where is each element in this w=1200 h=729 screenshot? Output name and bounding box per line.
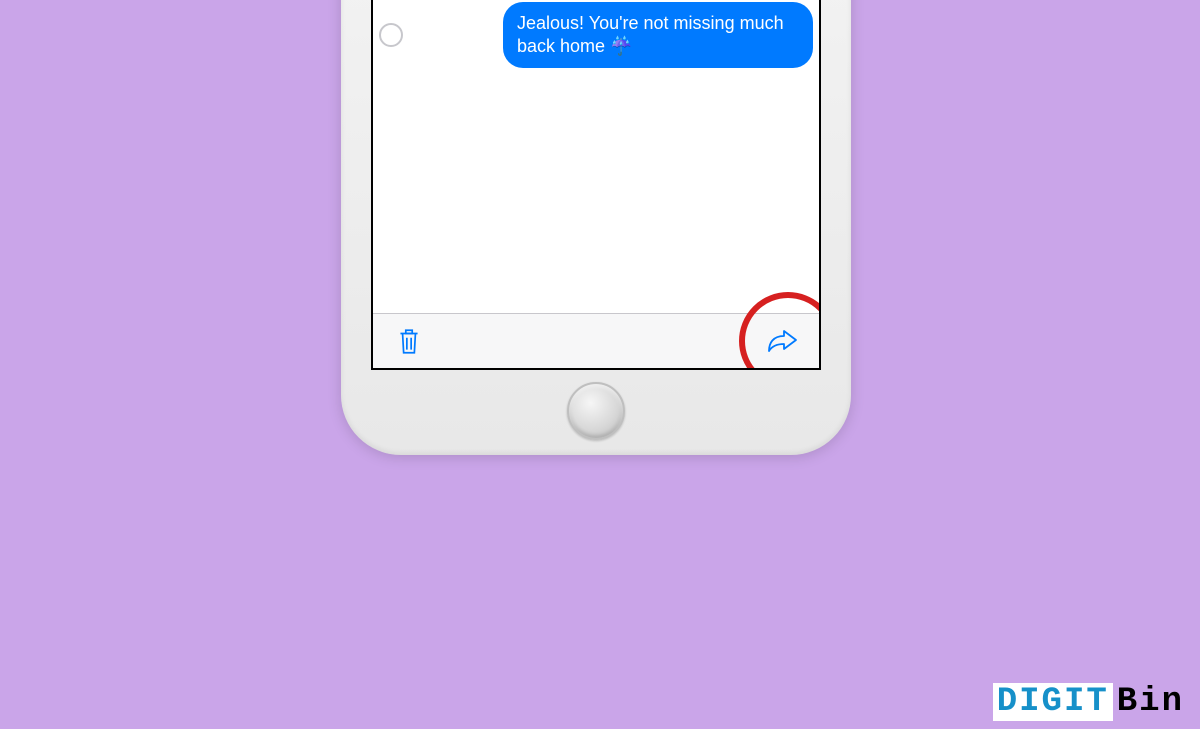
trash-icon[interactable]: [391, 323, 427, 359]
forward-icon[interactable]: [765, 323, 801, 359]
messages-area: Thanks, will do! I'll see you in a coupl…: [373, 0, 819, 313]
sent-message-bubble[interactable]: Jealous! You're not missing much back ho…: [503, 2, 813, 68]
watermark-part2: Bin: [1113, 683, 1188, 721]
phone-frame: Thanks, will do! I'll see you in a coupl…: [341, 0, 851, 455]
messages-screen: Thanks, will do! I'll see you in a coupl…: [371, 0, 821, 370]
watermark-part1: DIGIT: [993, 683, 1113, 721]
select-circle-icon[interactable]: [379, 23, 403, 47]
selection-toolbar: [373, 313, 819, 368]
home-button[interactable]: [567, 382, 625, 440]
message-row[interactable]: Jealous! You're not missing much back ho…: [379, 2, 813, 68]
bubble-wrap: Jealous! You're not missing much back ho…: [415, 2, 813, 68]
watermark-logo: DIGITBin: [993, 683, 1188, 721]
